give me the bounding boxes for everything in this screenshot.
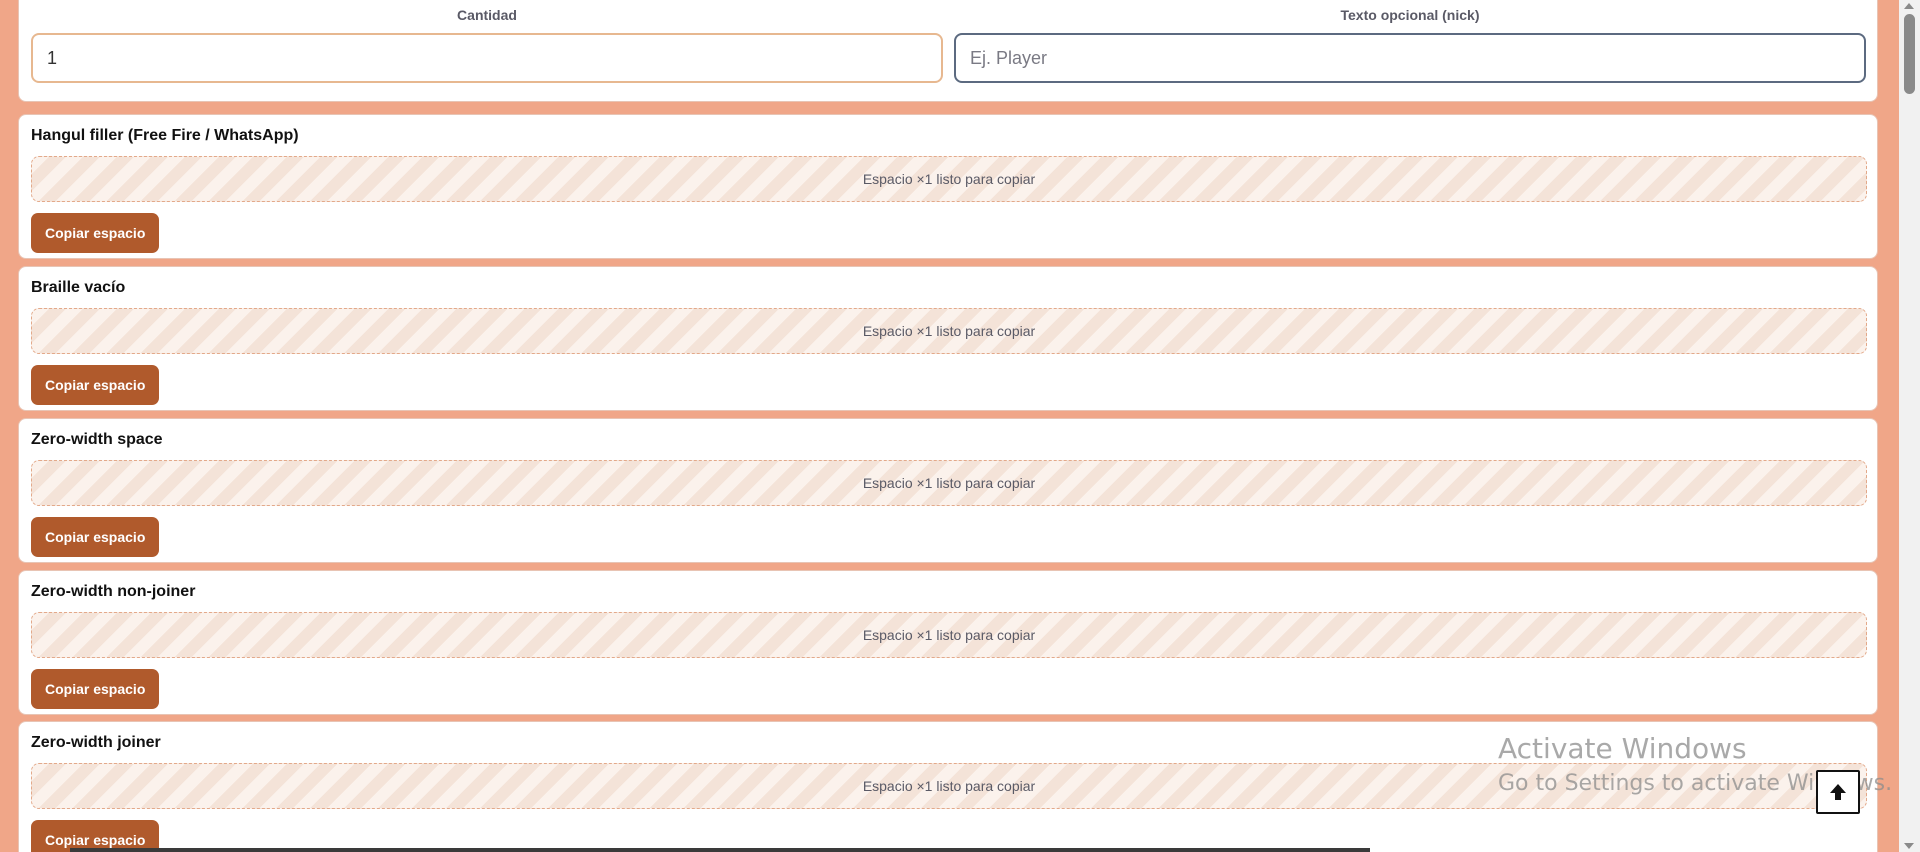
option-card-zero-width-space: Zero-width space Espacio ×1 listo para c…	[18, 418, 1878, 563]
space-preview: Espacio ×1 listo para copiar	[31, 156, 1867, 202]
copy-space-button[interactable]: Copiar espacio	[31, 669, 160, 709]
preview-text: Espacio ×1 listo para copiar	[862, 778, 1036, 794]
nick-label: Texto opcional (nick)	[1340, 7, 1480, 23]
option-card-braille-blank: Braille vacío Espacio ×1 listo para copi…	[18, 266, 1878, 411]
option-title: Braille vacío	[31, 279, 126, 296]
quantity-label: Cantidad	[457, 7, 517, 23]
preview-text: Espacio ×1 listo para copiar	[862, 323, 1036, 339]
copy-space-button[interactable]: Copiar espacio	[31, 365, 160, 405]
back-to-top-button[interactable]	[1816, 770, 1860, 814]
scroll-thumb[interactable]	[1904, 14, 1915, 94]
horizontal-scrollbar[interactable]	[70, 848, 1370, 852]
copy-space-button[interactable]: Copiar espacio	[31, 213, 160, 253]
copy-space-button[interactable]: Copiar espacio	[31, 517, 160, 557]
input-card: Cantidad Texto opcional (nick)	[18, 0, 1878, 102]
space-preview: Espacio ×1 listo para copiar	[31, 460, 1867, 506]
scroll-up-icon[interactable]	[1904, 3, 1914, 9]
scroll-down-icon[interactable]	[1904, 843, 1914, 849]
space-preview: Espacio ×1 listo para copiar	[31, 763, 1867, 809]
quantity-input[interactable]	[31, 33, 943, 83]
preview-text: Espacio ×1 listo para copiar	[862, 627, 1036, 643]
preview-text: Espacio ×1 listo para copiar	[862, 475, 1036, 491]
option-card-zero-width-joiner: Zero-width joiner Espacio ×1 listo para …	[18, 721, 1878, 852]
preview-text: Espacio ×1 listo para copiar	[862, 171, 1036, 187]
nick-input[interactable]	[954, 33, 1866, 83]
space-preview: Espacio ×1 listo para copiar	[31, 308, 1867, 354]
vertical-scrollbar[interactable]	[1899, 0, 1920, 852]
space-preview: Espacio ×1 listo para copiar	[31, 612, 1867, 658]
option-title: Zero-width joiner	[31, 734, 161, 751]
page-viewport: Cantidad Texto opcional (nick) Hangul fi…	[0, 0, 1899, 852]
option-title: Zero-width non-joiner	[31, 583, 196, 600]
option-title: Hangul filler (Free Fire / WhatsApp)	[31, 127, 299, 144]
arrow-up-icon	[1830, 784, 1846, 800]
option-card-zero-width-non-joiner: Zero-width non-joiner Espacio ×1 listo p…	[18, 570, 1878, 715]
option-card-hangul-filler: Hangul filler (Free Fire / WhatsApp) Esp…	[18, 114, 1878, 259]
option-title: Zero-width space	[31, 431, 163, 448]
